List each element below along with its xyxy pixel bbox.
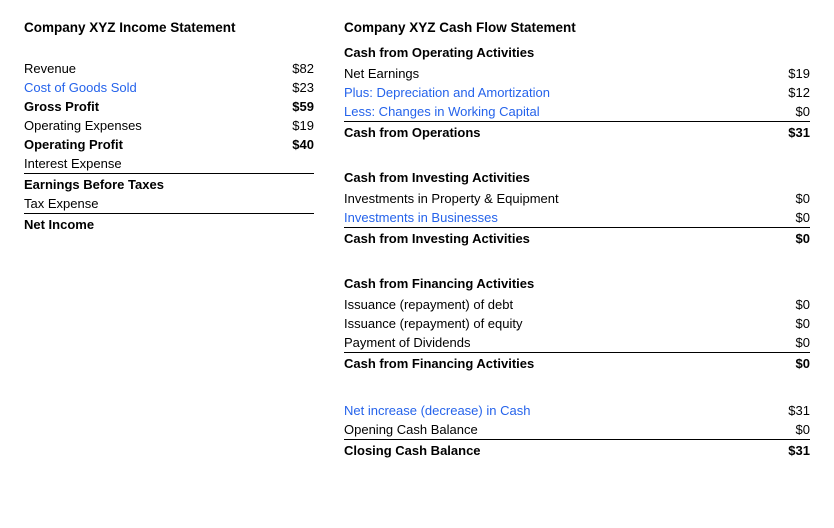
table-row: Interest Expense: [24, 154, 314, 174]
income-statement-panel: Company XYZ Income Statement Revenue$82C…: [24, 20, 334, 474]
operating-title: Cash from Operating Activities: [344, 45, 810, 60]
table-row: Plus: Depreciation and Amortization$12: [344, 83, 810, 102]
table-row: Issuance (repayment) of equity$0: [344, 314, 810, 333]
row-label: Payment of Dividends: [344, 335, 770, 350]
table-row: Tax Expense: [24, 194, 314, 214]
table-row: Net increase (decrease) in Cash$31: [344, 401, 810, 420]
row-value: $0: [770, 210, 810, 225]
row-label: Earnings Before Taxes: [24, 177, 274, 192]
row-label: Less: Changes in Working Capital: [344, 104, 770, 119]
table-row: Investments in Property & Equipment$0: [344, 189, 810, 208]
row-value: $23: [274, 80, 314, 95]
row-value: $0: [770, 335, 810, 350]
table-row: Cash from Financing Activities$0: [344, 354, 810, 373]
table-row: Cash from Investing Activities$0: [344, 229, 810, 248]
row-label: Opening Cash Balance: [344, 422, 770, 437]
row-label: Closing Cash Balance: [344, 443, 770, 458]
investing-title: Cash from Investing Activities: [344, 170, 810, 185]
table-row: Less: Changes in Working Capital$0: [344, 102, 810, 122]
row-value: $0: [770, 104, 810, 119]
table-row: Earnings Before Taxes: [24, 175, 314, 194]
row-label: Net Income: [24, 217, 274, 232]
row-label: Net Earnings: [344, 66, 770, 81]
row-label: Cost of Goods Sold: [24, 80, 274, 95]
main-layout: Company XYZ Income Statement Revenue$82C…: [24, 20, 810, 474]
cashflow-panel: Company XYZ Cash Flow Statement Cash fro…: [334, 20, 810, 474]
row-value: $31: [770, 443, 810, 458]
income-rows: Revenue$82Cost of Goods Sold$23Gross Pro…: [24, 59, 314, 234]
row-label: Cash from Operations: [344, 125, 770, 140]
row-label: Interest Expense: [24, 156, 274, 171]
income-title: Company XYZ Income Statement: [24, 20, 314, 35]
investing-section: Cash from Investing Activities Investmen…: [344, 170, 810, 248]
row-value: $31: [770, 403, 810, 418]
row-label: Gross Profit: [24, 99, 274, 114]
row-label: Revenue: [24, 61, 274, 76]
row-value: $82: [274, 61, 314, 76]
table-row: Issuance (repayment) of debt$0: [344, 295, 810, 314]
row-value: $12: [770, 85, 810, 100]
row-label: Cash from Financing Activities: [344, 356, 770, 371]
operating-rows: Net Earnings$19Plus: Depreciation and Am…: [344, 64, 810, 142]
row-label: Cash from Investing Activities: [344, 231, 770, 246]
financing-rows: Issuance (repayment) of debt$0Issuance (…: [344, 295, 810, 373]
table-row: Cost of Goods Sold$23: [24, 78, 314, 97]
cashflow-title: Company XYZ Cash Flow Statement: [344, 20, 810, 35]
row-label: Tax Expense: [24, 196, 274, 211]
row-value: $0: [770, 191, 810, 206]
table-row: Net Income: [24, 215, 314, 234]
row-label: Net increase (decrease) in Cash: [344, 403, 770, 418]
row-value: $59: [274, 99, 314, 114]
row-label: Plus: Depreciation and Amortization: [344, 85, 770, 100]
table-row: Investments in Businesses$0: [344, 208, 810, 228]
table-row: Net Earnings$19: [344, 64, 810, 83]
table-row: Revenue$82: [24, 59, 314, 78]
row-value: $31: [770, 125, 810, 140]
summary-rows: Net increase (decrease) in Cash$31Openin…: [344, 401, 810, 460]
row-label: Issuance (repayment) of equity: [344, 316, 770, 331]
table-row: Operating Profit$40: [24, 135, 314, 154]
table-row: Cash from Operations$31: [344, 123, 810, 142]
row-label: Operating Expenses: [24, 118, 274, 133]
row-value: $0: [770, 316, 810, 331]
row-value: $0: [770, 356, 810, 371]
table-row: Operating Expenses$19: [24, 116, 314, 135]
table-row: Gross Profit$59: [24, 97, 314, 116]
financing-section: Cash from Financing Activities Issuance …: [344, 276, 810, 373]
row-value: $19: [770, 66, 810, 81]
summary-section: Net increase (decrease) in Cash$31Openin…: [344, 401, 810, 460]
investing-rows: Investments in Property & Equipment$0Inv…: [344, 189, 810, 248]
table-row: Opening Cash Balance$0: [344, 420, 810, 440]
financing-title: Cash from Financing Activities: [344, 276, 810, 291]
row-value: $0: [770, 231, 810, 246]
table-row: Closing Cash Balance$31: [344, 441, 810, 460]
row-label: Investments in Businesses: [344, 210, 770, 225]
row-value: $19: [274, 118, 314, 133]
row-label: Operating Profit: [24, 137, 274, 152]
row-value: $40: [274, 137, 314, 152]
row-value: $0: [770, 297, 810, 312]
row-value: $0: [770, 422, 810, 437]
operating-section: Cash from Operating Activities Net Earni…: [344, 45, 810, 142]
row-label: Investments in Property & Equipment: [344, 191, 770, 206]
row-label: Issuance (repayment) of debt: [344, 297, 770, 312]
table-row: Payment of Dividends$0: [344, 333, 810, 353]
